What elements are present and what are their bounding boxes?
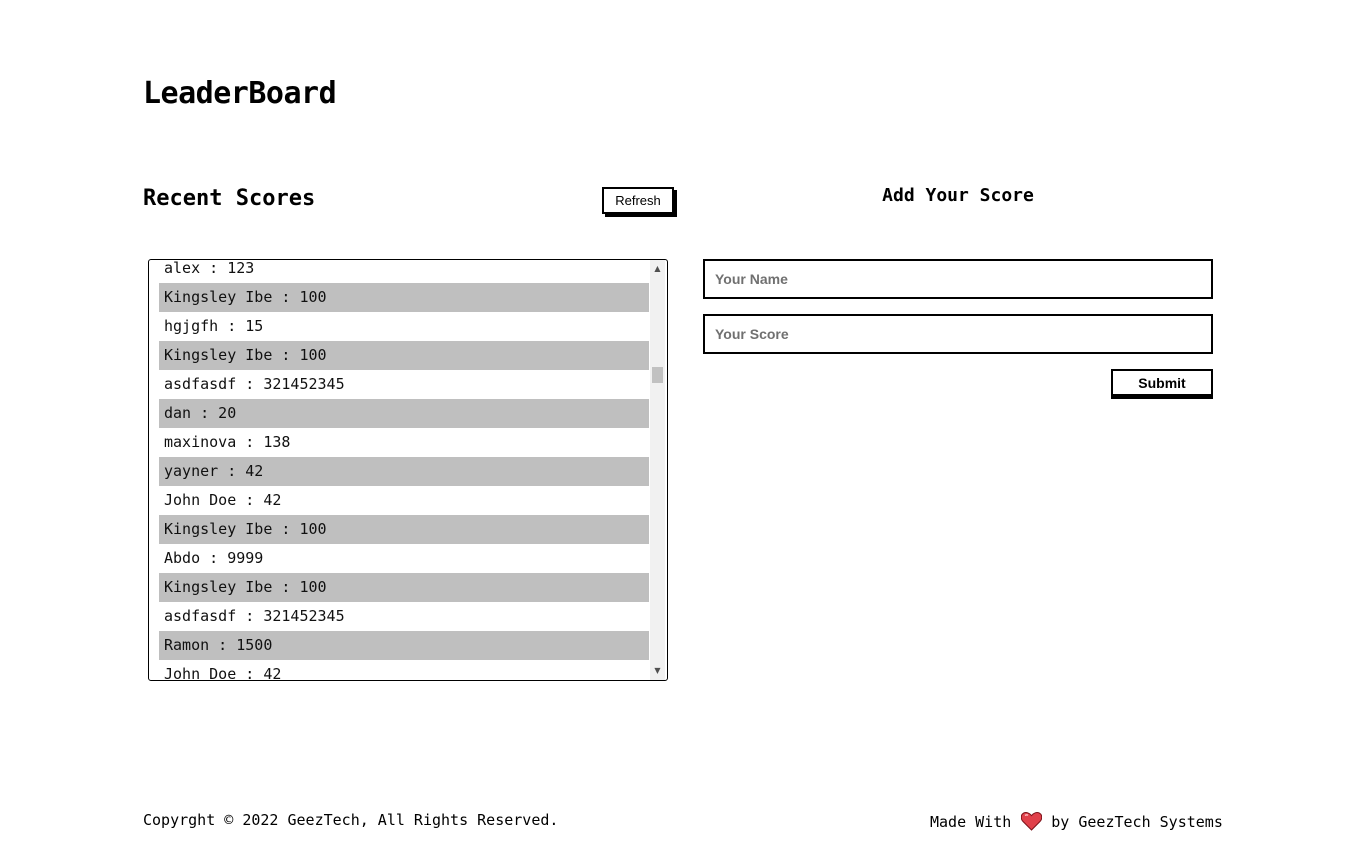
submit-button[interactable]: Submit <box>1111 369 1213 396</box>
page-title: LeaderBoard <box>143 76 337 111</box>
score-item: Kingsley Ibe : 100 <box>159 341 649 370</box>
score-item: Abdo : 9999 <box>164 549 264 567</box>
scrollbar[interactable]: ▲ ▼ <box>650 260 665 680</box>
made-with-label: Made With <box>930 812 1012 831</box>
score-item: Ramon : 1500 <box>159 631 649 660</box>
scores-list: alex : 123 Kingsley Ibe : 100 hgjgfh : 15 K… <box>149 259 649 681</box>
scroll-thumb[interactable] <box>652 367 663 383</box>
heart-icon <box>1021 812 1043 831</box>
add-score-title: Add Your Score <box>882 185 1034 206</box>
score-item: alex : 123 <box>164 259 255 277</box>
scores-list-container[interactable]: alex : 123 Kingsley Ibe : 100 hgjgfh : 15 K… <box>148 259 668 681</box>
scroll-up-arrow-icon[interactable]: ▲ <box>650 262 665 276</box>
score-item: dan : 20 <box>159 399 649 428</box>
scroll-down-arrow-icon[interactable]: ▼ <box>650 664 665 678</box>
recent-scores-title: Recent Scores <box>143 186 316 211</box>
refresh-button[interactable]: Refresh <box>602 187 674 214</box>
score-item: hgjgfh : 15 <box>164 317 264 335</box>
made-with-credit: Made With by GeezTech Systems <box>930 812 1223 831</box>
score-item: John Doe : 42 <box>164 491 282 509</box>
by-credit-label: by GeezTech Systems <box>1051 812 1223 831</box>
score-input[interactable] <box>703 314 1213 354</box>
score-item: Kingsley Ibe : 100 <box>159 283 649 312</box>
score-item: maxinova : 138 <box>164 433 291 451</box>
score-item: Kingsley Ibe : 100 <box>159 573 649 602</box>
score-item: asdfasdf : 321452345 <box>164 607 345 625</box>
score-item: Kingsley Ibe : 100 <box>159 515 649 544</box>
name-input[interactable] <box>703 259 1213 299</box>
score-item: yayner : 42 <box>159 457 649 486</box>
score-item: asdfasdf : 321452345 <box>164 375 345 393</box>
score-item: John Doe : 42 <box>164 665 282 681</box>
copyright-text: Copyrght © 2022 GeezTech, All Rights Res… <box>143 811 559 829</box>
